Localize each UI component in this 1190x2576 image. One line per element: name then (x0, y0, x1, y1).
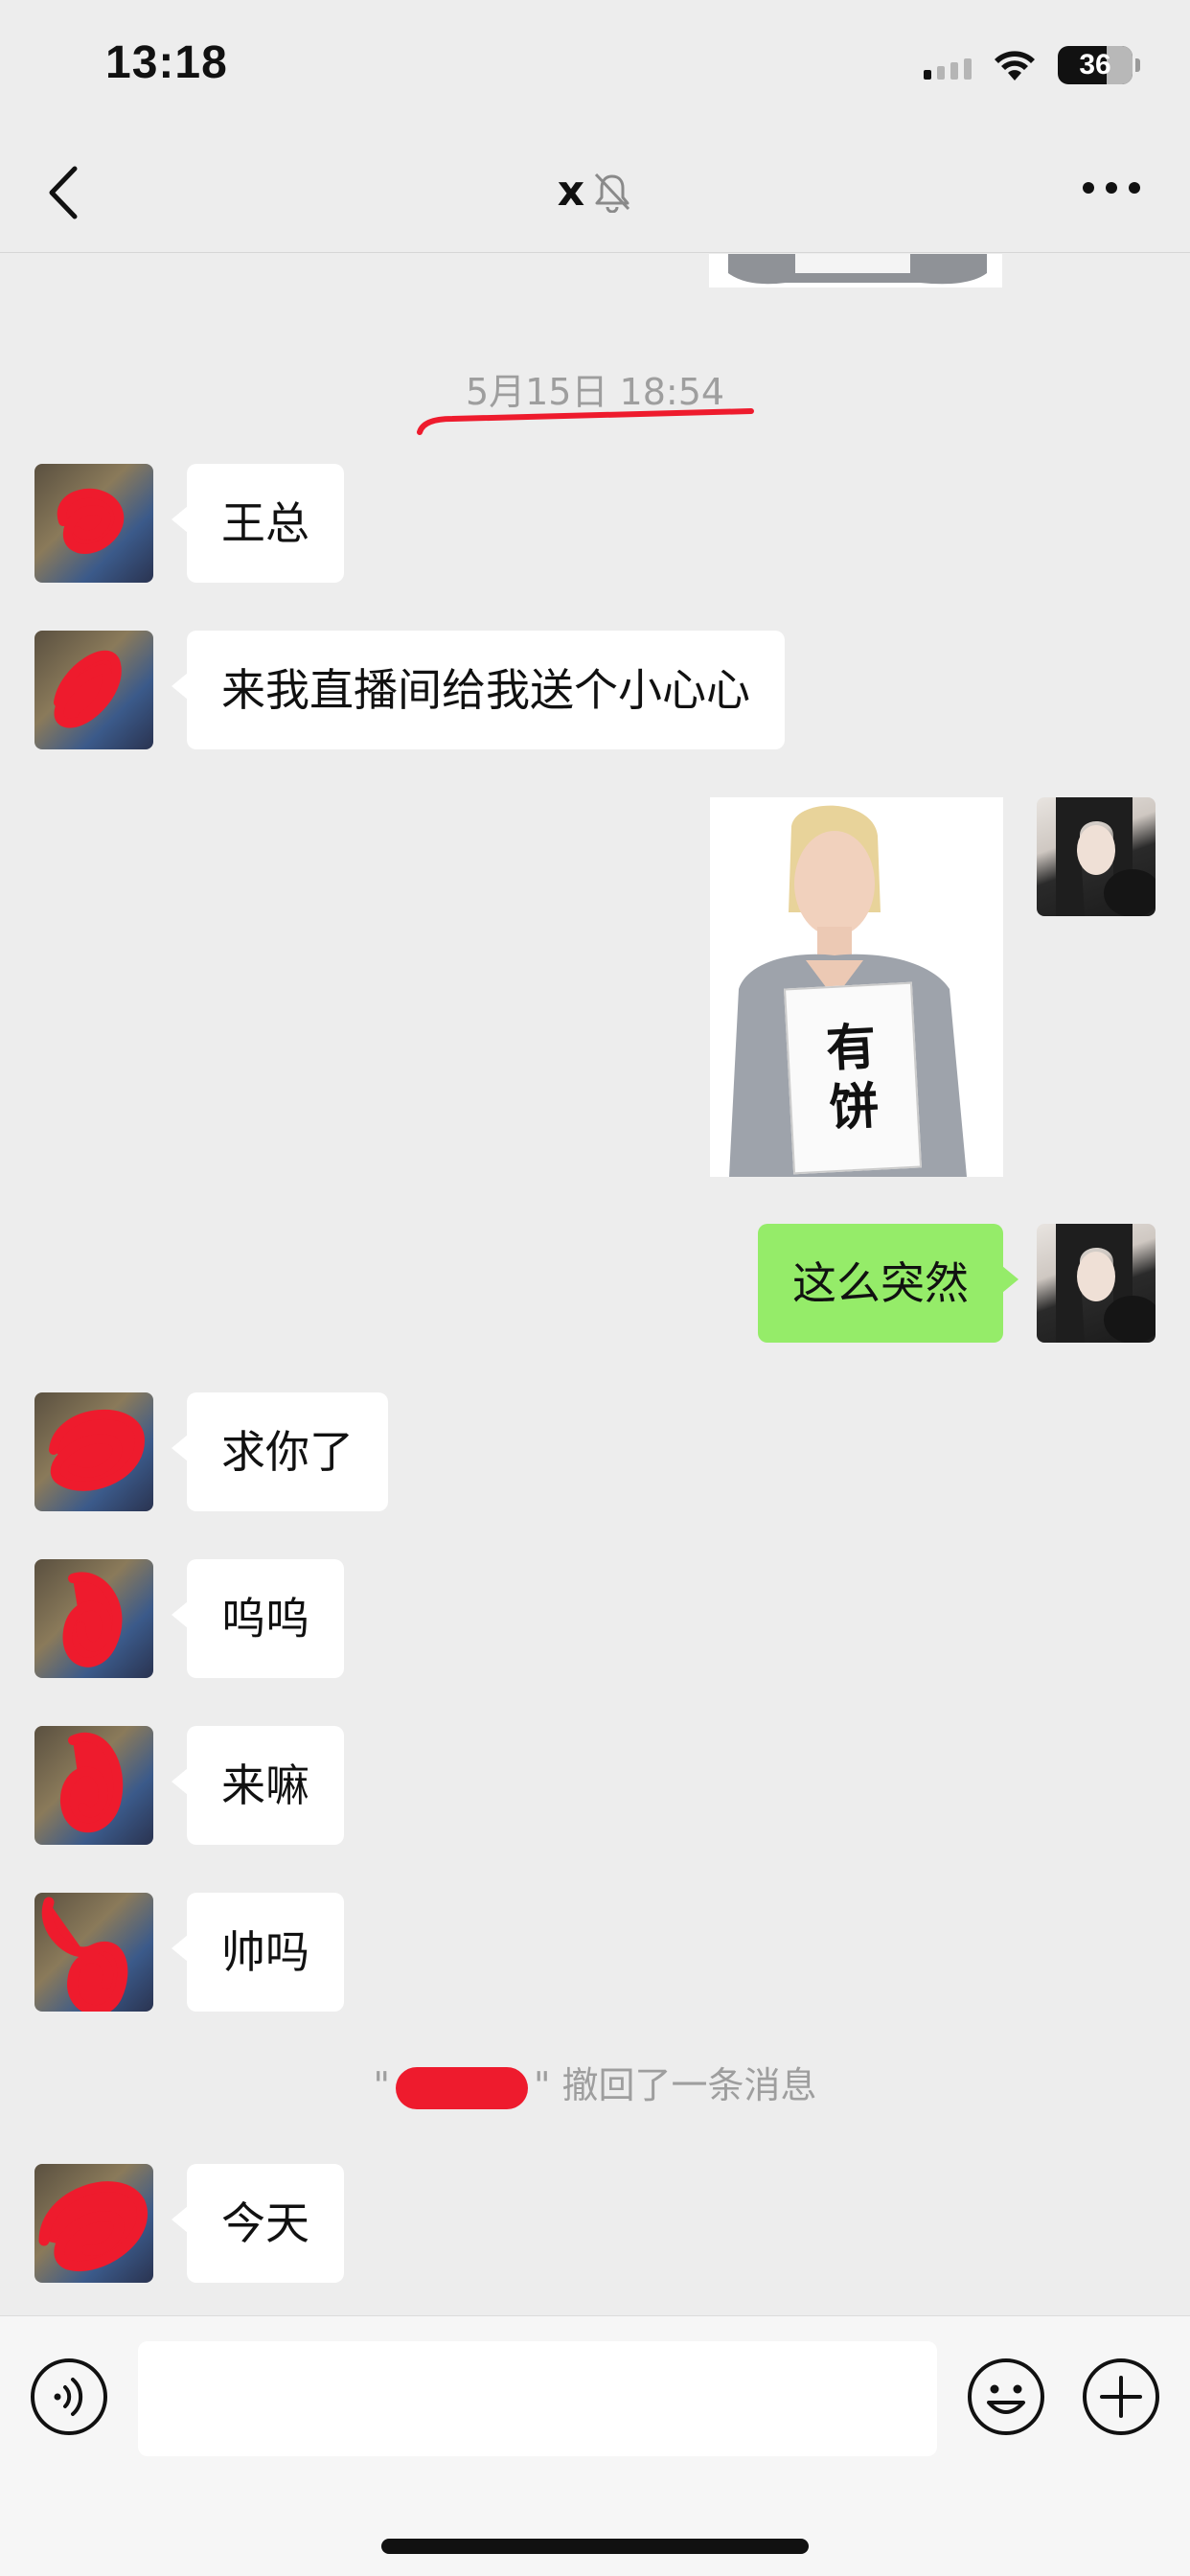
sign-line: 饼 (828, 1077, 881, 1138)
chat-header: x (0, 134, 1190, 253)
mute-bell-icon (595, 172, 630, 213)
red-underline-annotation (417, 408, 754, 435)
contact-avatar[interactable] (34, 1559, 153, 1678)
contact-avatar[interactable] (34, 1726, 153, 1845)
battery-icon: 36 (1058, 46, 1140, 84)
recall-quote-close: " (533, 2064, 551, 2106)
status-bar: 13:18 36 (0, 0, 1190, 134)
sign-text: 有 饼 (784, 981, 922, 1175)
incoming-message-bubble[interactable]: 呜呜 (172, 1559, 344, 1678)
contact-avatar[interactable] (34, 1893, 153, 2012)
chat-title: x (557, 167, 585, 216)
contact-avatar[interactable] (34, 631, 153, 749)
status-icons: 36 (924, 42, 1140, 88)
contact-avatar[interactable] (34, 2164, 153, 2283)
contact-avatar[interactable] (34, 1392, 153, 1511)
incoming-message-bubble[interactable]: 帅吗 (172, 1893, 344, 2012)
message-input[interactable] (138, 2341, 937, 2456)
home-indicator[interactable] (381, 2539, 809, 2554)
status-time: 13:18 (105, 37, 228, 88)
outgoing-message-bubble[interactable]: 这么突然 (758, 1224, 1018, 1343)
recall-notice: " " 撤回了一条消息 (0, 2056, 1190, 2109)
message-row: 来嘛 (0, 1726, 1190, 1845)
previous-image-message[interactable] (709, 254, 1002, 288)
incoming-message-bubble[interactable]: 来嘛 (172, 1726, 344, 1845)
incoming-message-bubble[interactable]: 来我直播间给我送个小心心 (172, 631, 785, 749)
signal-icon (924, 51, 972, 80)
recall-quote-open: " (373, 2064, 390, 2106)
message-row: 帅吗 (0, 1893, 1190, 2012)
redacted-name-annotation (395, 2066, 528, 2109)
my-avatar[interactable] (1037, 1224, 1156, 1343)
battery-level: 36 (1079, 49, 1111, 80)
contact-avatar[interactable] (34, 464, 153, 583)
chat-area[interactable]: 5月15日 18:54 王总 来我直播间给我送个小心心 有 饼 这么突然 求你了… (0, 254, 1190, 2314)
voice-icon[interactable] (29, 2357, 109, 2437)
input-bar (0, 2315, 1190, 2576)
incoming-message-bubble[interactable]: 求你了 (172, 1392, 388, 1511)
message-row: 来我直播间给我送个小心心 (0, 631, 1190, 749)
message-row: 呜呜 (0, 1559, 1190, 1678)
my-avatar[interactable] (1037, 797, 1156, 916)
message-row: 有 饼 (0, 797, 1190, 1177)
message-row: 今天 (0, 2164, 1190, 2283)
message-row: 求你了 (0, 1392, 1190, 1511)
message-row: 这么突然 (0, 1224, 1190, 1343)
image-message[interactable]: 有 饼 (710, 797, 1003, 1177)
incoming-message-bubble[interactable]: 王总 (172, 464, 344, 583)
sign-line: 有 (824, 1018, 878, 1079)
incoming-message-bubble[interactable]: 今天 (172, 2164, 344, 2283)
more-icon[interactable] (1083, 182, 1140, 194)
recall-text: 撤回了一条消息 (561, 2064, 817, 2106)
message-row: 王总 (0, 464, 1190, 583)
wifi-icon (995, 51, 1035, 80)
plus-icon[interactable] (1081, 2357, 1161, 2437)
emoji-icon[interactable] (966, 2357, 1046, 2437)
chat-title-group: x (0, 167, 1190, 216)
